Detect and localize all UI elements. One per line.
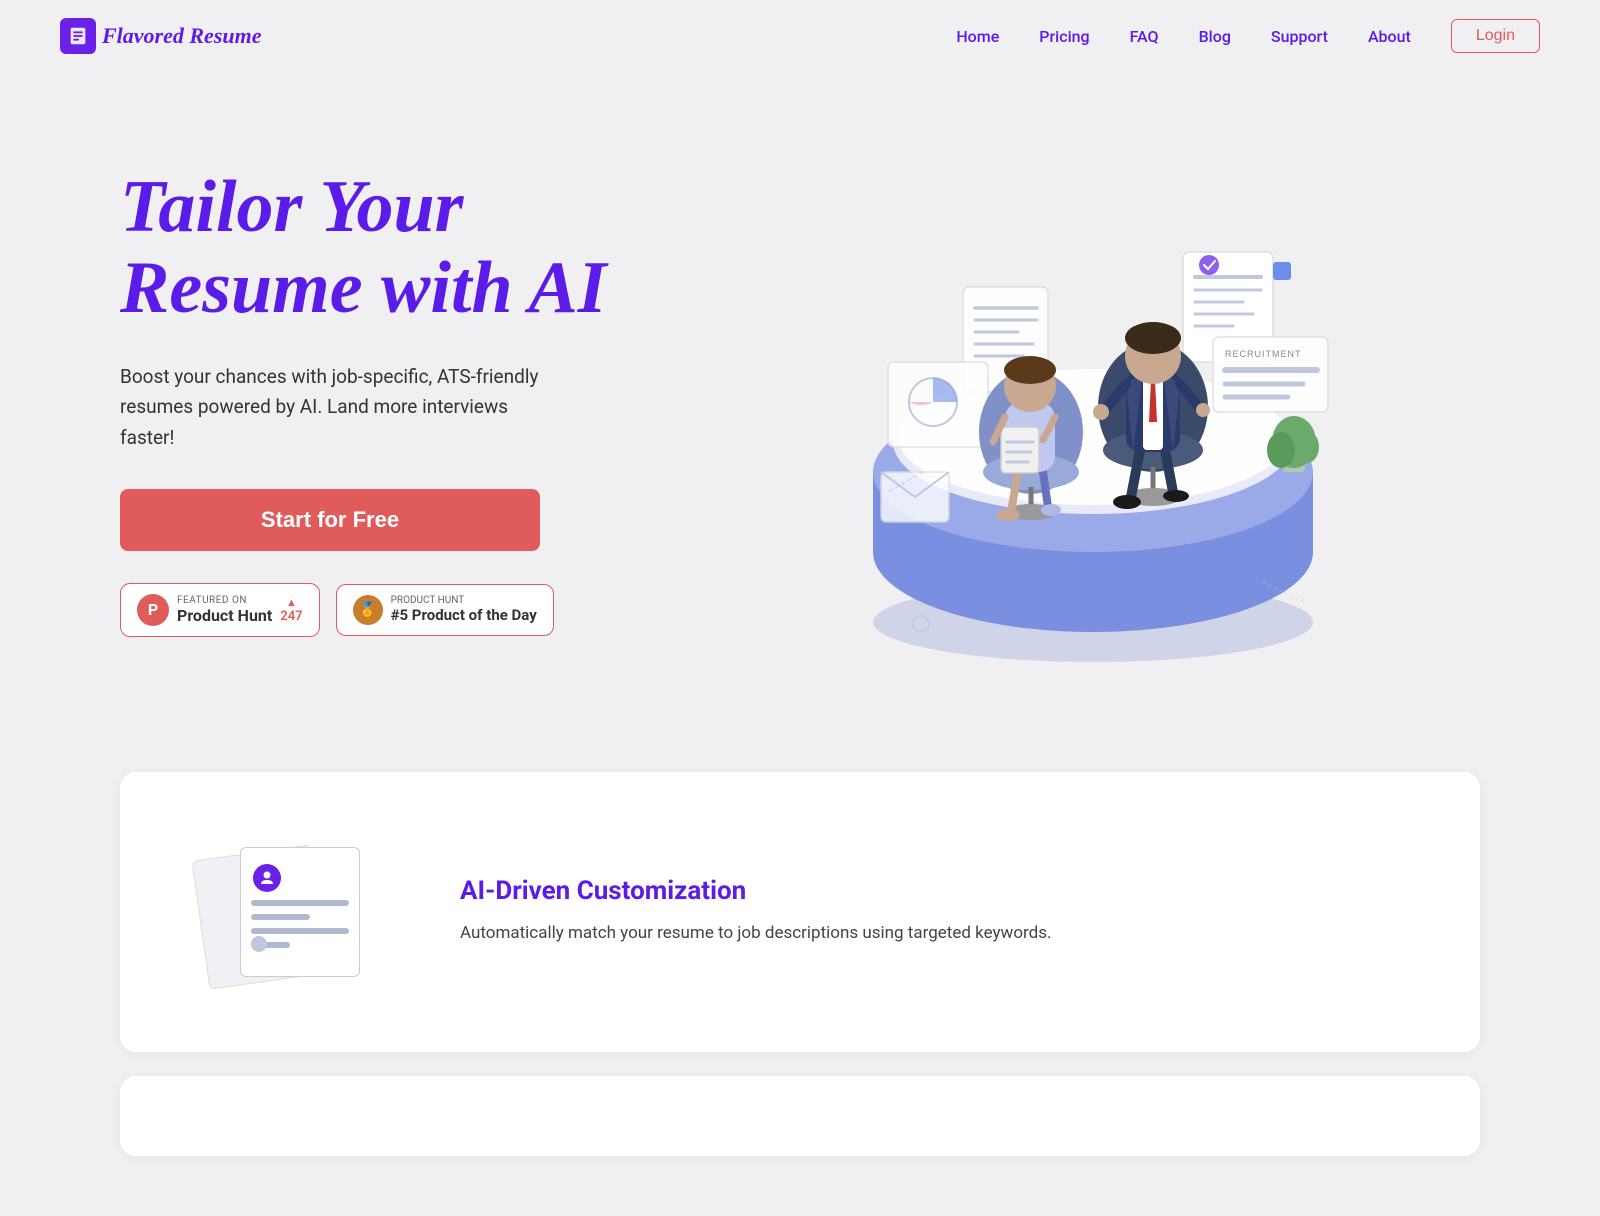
line2 [251,914,310,920]
login-button[interactable]: Login [1451,19,1540,53]
nav-home[interactable]: Home [956,27,999,46]
ph-logo-icon: P [137,594,169,626]
ph-text: FEATURED ON Product Hunt [177,595,272,625]
hero-title: Tailor Your Resume with AI [120,167,607,330]
hero-subtitle: Boost your chances with job-specific, AT… [120,362,540,453]
pod-text: PRODUCT HUNT #5 Product of the Day [391,595,537,624]
navbar: Flavored Resume Home Pricing FAQ Blog Su… [0,0,1600,72]
hero-content: Tailor Your Resume with AI Boost your ch… [120,167,607,637]
logo-text: Flavored Resume [102,23,262,49]
product-of-day-badge[interactable]: 🏅 PRODUCT HUNT #5 Product of the Day [336,584,554,636]
product-hunt-badge[interactable]: P FEATURED ON Product Hunt ▲ 247 [120,583,320,637]
logo-icon [60,18,96,54]
resume-circle [251,936,267,952]
nav-links: Home Pricing FAQ Blog Support About Logi… [956,19,1540,53]
ph-arrow: ▲ [286,596,297,609]
feature-card-ai: AI-Driven Customization Automatically ma… [120,772,1480,1052]
pod-rank: #5 Product of the Day [391,606,537,624]
nav-about[interactable]: About [1368,27,1411,46]
svg-text:RECRUITMENT: RECRUITMENT [1225,349,1302,359]
nav-blog[interactable]: Blog [1199,27,1231,46]
nav-pricing[interactable]: Pricing [1039,27,1089,46]
resume-front [240,847,360,977]
feature-content-ai: AI-Driven Customization Automatically ma… [460,876,1420,947]
start-free-button[interactable]: Start for Free [120,489,540,551]
feature-desc-ai: Automatically match your resume to job d… [460,920,1420,947]
feature-card-2-partial [120,1076,1480,1156]
nav-faq[interactable]: FAQ [1130,27,1159,46]
hero-svg: RECRUITMENT [733,132,1373,672]
medal-icon: 🏅 [353,595,383,625]
ph-name: Product Hunt [177,606,272,625]
hero-section: Tailor Your Resume with AI Boost your ch… [0,72,1600,712]
feature-icon-ai [180,832,400,992]
ph-number: 247 [280,609,302,624]
ph-count: ▲ 247 [280,596,302,624]
pod-label: PRODUCT HUNT [391,595,537,606]
hero-illustration: RECRUITMENT [607,132,1500,672]
badges-row: P FEATURED ON Product Hunt ▲ 247 🏅 PRODU… [120,583,607,637]
line1 [251,900,349,906]
resume-avatar [253,864,281,892]
nav-support[interactable]: Support [1271,27,1328,46]
ph-featured-label: FEATURED ON [177,595,272,606]
features-section: AI-Driven Customization Automatically ma… [0,712,1600,1216]
resume-stack [200,842,380,982]
logo[interactable]: Flavored Resume [60,18,262,54]
feature-title-ai: AI-Driven Customization [460,876,1420,906]
line3 [251,928,349,934]
